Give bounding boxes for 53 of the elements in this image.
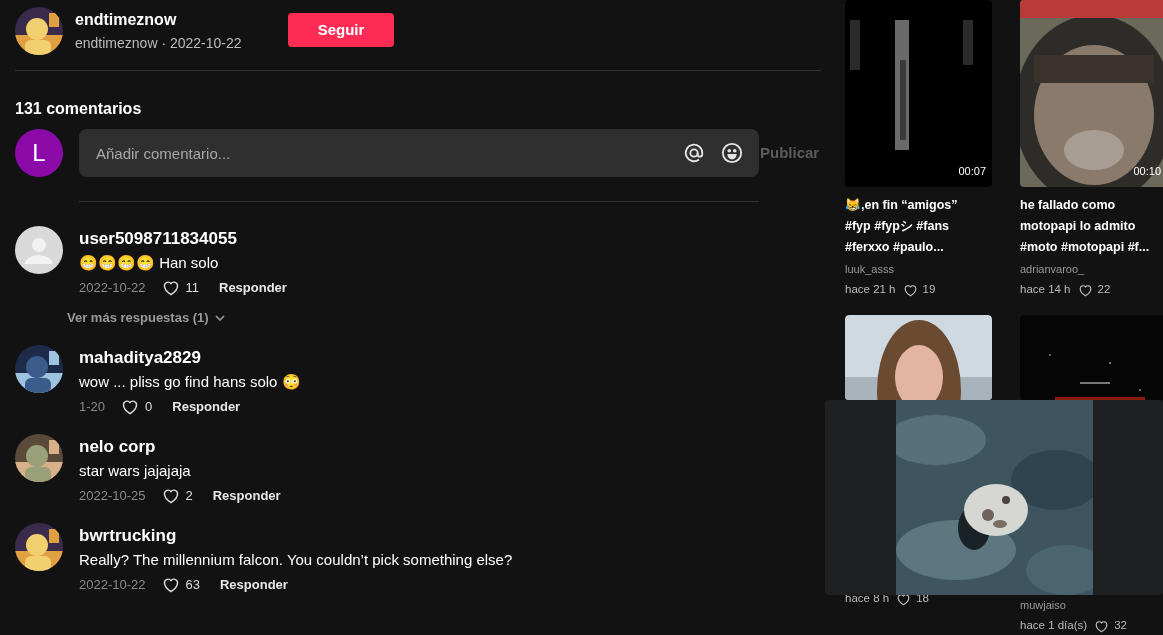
user-avatar: L — [15, 129, 63, 177]
video-author[interactable]: adrianvaroo_ — [1020, 261, 1163, 277]
video-like-count: 32 — [1114, 618, 1127, 634]
caret-icon — [214, 315, 225, 321]
reply-button[interactable]: Responder — [212, 486, 281, 506]
like-count: 63 — [185, 576, 200, 595]
comment-date: 2022-10-22 — [79, 279, 146, 298]
comment-text: star wars jajajaja — [79, 461, 191, 481]
video-like-count: 19 — [922, 282, 936, 298]
comment-username[interactable]: user5098711834055 — [79, 228, 237, 250]
post-subtitle: endtimeznow · 2022-10-22 — [75, 34, 243, 53]
comment-username[interactable]: bwrtrucking — [79, 525, 177, 547]
default-avatar-icon — [15, 226, 63, 274]
comment-date: 2022-10-22 — [79, 576, 146, 595]
comment-username[interactable]: nelo corp — [79, 436, 156, 458]
comment-text: wow ... pliss go find hans solo 😳 — [79, 372, 301, 392]
video-age: hace 1 día(s) — [1020, 618, 1088, 634]
heart-icon — [1077, 283, 1093, 297]
video-caption[interactable]: 😹,en fin “amigos” #fyp #fypシ #fans #ferxxo #paulo... — [845, 195, 995, 258]
reply-button[interactable]: Responder — [219, 278, 287, 298]
author-name[interactable]: endtimeznow — [75, 10, 275, 30]
video-author[interactable]: luuk_asss — [845, 261, 992, 277]
heart-icon[interactable] — [161, 577, 180, 593]
comment-text: 😁😁😁😁 Han solo — [79, 253, 219, 273]
heart-icon — [902, 283, 918, 297]
like-count: 2 — [185, 487, 193, 506]
reply-button[interactable]: Responder — [219, 575, 288, 595]
video-author[interactable]: muwjaiso — [1020, 597, 1163, 613]
video-duration: 00:07 — [958, 163, 986, 179]
comment-username[interactable]: mahaditya2829 — [79, 347, 201, 369]
video-age: hace 14 h — [1020, 282, 1071, 298]
video-duration: 00:10 — [1133, 163, 1161, 179]
follow-button[interactable]: Seguir — [288, 13, 394, 47]
view-replies-link[interactable]: Ver más respuestas (1) — [67, 308, 821, 328]
comment-date: 1-20 — [79, 398, 106, 417]
heart-icon — [896, 592, 912, 606]
emoji-icon[interactable] — [721, 142, 743, 164]
video-like-count: 22 — [1097, 282, 1111, 298]
mention-icon[interactable] — [683, 142, 705, 164]
heart-icon[interactable] — [121, 399, 140, 415]
comment-field[interactable]: Añadir comentario... — [79, 129, 759, 177]
heart-icon[interactable] — [161, 488, 180, 504]
comment-count: 131 comentarios — [15, 99, 143, 119]
reply-button[interactable]: Responder — [172, 397, 241, 417]
like-count: 0 — [145, 398, 153, 417]
comment-text: Really? The millennium falcon. You couldn’t pick something else? — [79, 550, 513, 570]
heart-icon — [1094, 619, 1110, 633]
video-age: hace 21 h — [845, 282, 896, 298]
like-count: 11 — [185, 279, 199, 298]
comment-date: 2022-10-25 — [79, 487, 146, 506]
video-caption[interactable]: he fallado como motopapi lo admito #moto #motopapi #f... — [1020, 195, 1163, 258]
heart-icon[interactable] — [161, 280, 180, 296]
mini-player[interactable] — [825, 400, 1163, 595]
